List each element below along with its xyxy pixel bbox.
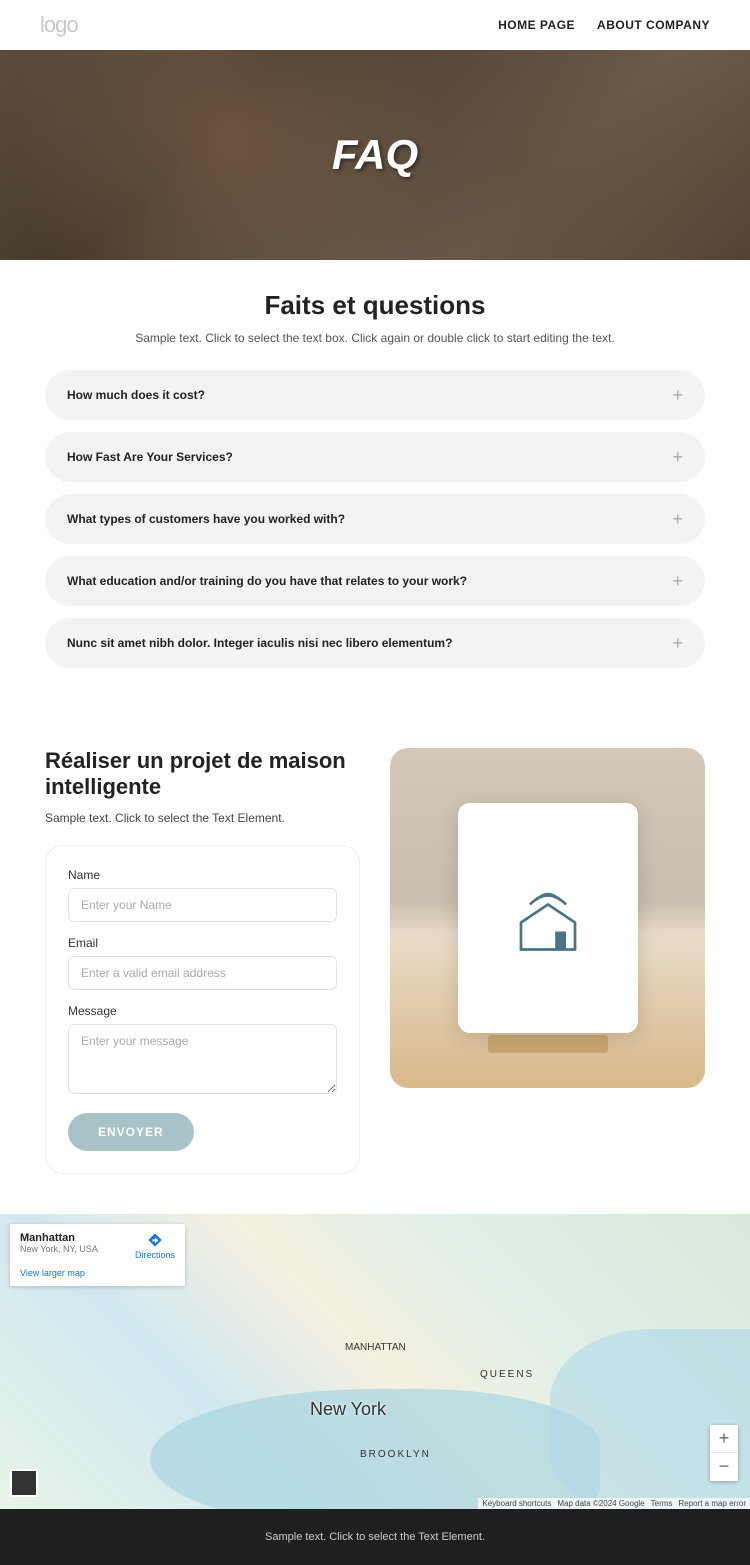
name-input[interactable] xyxy=(68,888,337,922)
accordion-item[interactable]: Nunc sit amet nibh dolor. Integer iaculi… xyxy=(45,618,705,668)
faq-title: Faits et questions xyxy=(45,290,705,321)
plus-icon: + xyxy=(672,448,683,466)
contact-form: Name Email Message ENVOYER xyxy=(45,845,360,1174)
contact-right xyxy=(390,748,705,1174)
faq-section: Faits et questions Sample text. Click to… xyxy=(0,260,750,728)
contact-image xyxy=(390,748,705,1088)
accordion-item[interactable]: How much does it cost? + xyxy=(45,370,705,420)
plus-icon: + xyxy=(672,572,683,590)
plus-icon: + xyxy=(672,386,683,404)
directions-button[interactable]: Directions xyxy=(135,1232,175,1260)
logo[interactable]: logo xyxy=(40,12,78,38)
smart-house-icon xyxy=(503,873,593,963)
contact-subtitle: Sample text. Click to select the Text El… xyxy=(45,811,360,825)
nav: HOME PAGE ABOUT COMPANY xyxy=(498,18,710,32)
email-label: Email xyxy=(68,936,337,950)
map-info-card: Manhattan New York, NY, USA Directions V… xyxy=(10,1224,185,1286)
hero-title: FAQ xyxy=(332,131,418,179)
message-label: Message xyxy=(68,1004,337,1018)
plus-icon: + xyxy=(672,634,683,652)
contact-section: Réaliser un projet de maison intelligent… xyxy=(0,728,750,1214)
nav-home[interactable]: HOME PAGE xyxy=(498,18,575,32)
faq-subtitle: Sample text. Click to select the text bo… xyxy=(45,331,705,345)
view-larger-map-link[interactable]: View larger map xyxy=(20,1268,175,1278)
name-label: Name xyxy=(68,868,337,882)
tablet-mockup xyxy=(458,803,638,1033)
accordion-question: Nunc sit amet nibh dolor. Integer iaculi… xyxy=(67,636,452,650)
map-data-label: Map data ©2024 Google xyxy=(557,1499,644,1508)
map-label-queens: QUEENS xyxy=(480,1369,534,1380)
map-zoom-controls: + − xyxy=(710,1425,738,1481)
map-section[interactable]: Manhattan New York, NY, USA Directions V… xyxy=(0,1214,750,1509)
accordion-item[interactable]: What education and/or training do you ha… xyxy=(45,556,705,606)
satellite-toggle[interactable] xyxy=(10,1469,38,1497)
accordion-question: How much does it cost? xyxy=(67,388,205,402)
map-water xyxy=(550,1329,750,1509)
accordion-item[interactable]: How Fast Are Your Services? + xyxy=(45,432,705,482)
footer: Sample text. Click to select the Text El… xyxy=(0,1509,750,1565)
accordion-question: How Fast Are Your Services? xyxy=(67,450,233,464)
map-card-subtitle: New York, NY, USA xyxy=(20,1244,98,1254)
zoom-out-button[interactable]: − xyxy=(710,1453,738,1481)
message-input[interactable] xyxy=(68,1024,337,1094)
nav-about[interactable]: ABOUT COMPANY xyxy=(597,18,710,32)
tablet-stand xyxy=(488,1035,608,1053)
terms-link[interactable]: Terms xyxy=(651,1499,673,1508)
map-label-brooklyn: BROOKLYN xyxy=(360,1449,431,1460)
plus-icon: + xyxy=(672,510,683,528)
submit-button[interactable]: ENVOYER xyxy=(68,1113,194,1151)
header: logo HOME PAGE ABOUT COMPANY xyxy=(0,0,750,50)
keyboard-shortcuts-link[interactable]: Keyboard shortcuts xyxy=(482,1499,551,1508)
accordion-question: What types of customers have you worked … xyxy=(67,512,345,526)
contact-title: Réaliser un projet de maison intelligent… xyxy=(45,748,360,801)
email-input[interactable] xyxy=(68,956,337,990)
footer-text: Sample text. Click to select the Text El… xyxy=(265,1531,485,1543)
accordion: How much does it cost? + How Fast Are Yo… xyxy=(45,370,705,668)
report-error-link[interactable]: Report a map error xyxy=(678,1499,746,1508)
accordion-item[interactable]: What types of customers have you worked … xyxy=(45,494,705,544)
map-label-newyork: New York xyxy=(310,1399,386,1420)
map-label-manhattan: MANHATTAN xyxy=(345,1342,406,1353)
map-attribution: Keyboard shortcuts Map data ©2024 Google… xyxy=(478,1498,750,1509)
map-card-title: Manhattan xyxy=(20,1232,98,1244)
hero: FAQ xyxy=(0,50,750,260)
zoom-in-button[interactable]: + xyxy=(710,1425,738,1453)
contact-left: Réaliser un projet de maison intelligent… xyxy=(45,748,360,1174)
directions-label: Directions xyxy=(135,1250,175,1260)
accordion-question: What education and/or training do you ha… xyxy=(67,574,467,588)
